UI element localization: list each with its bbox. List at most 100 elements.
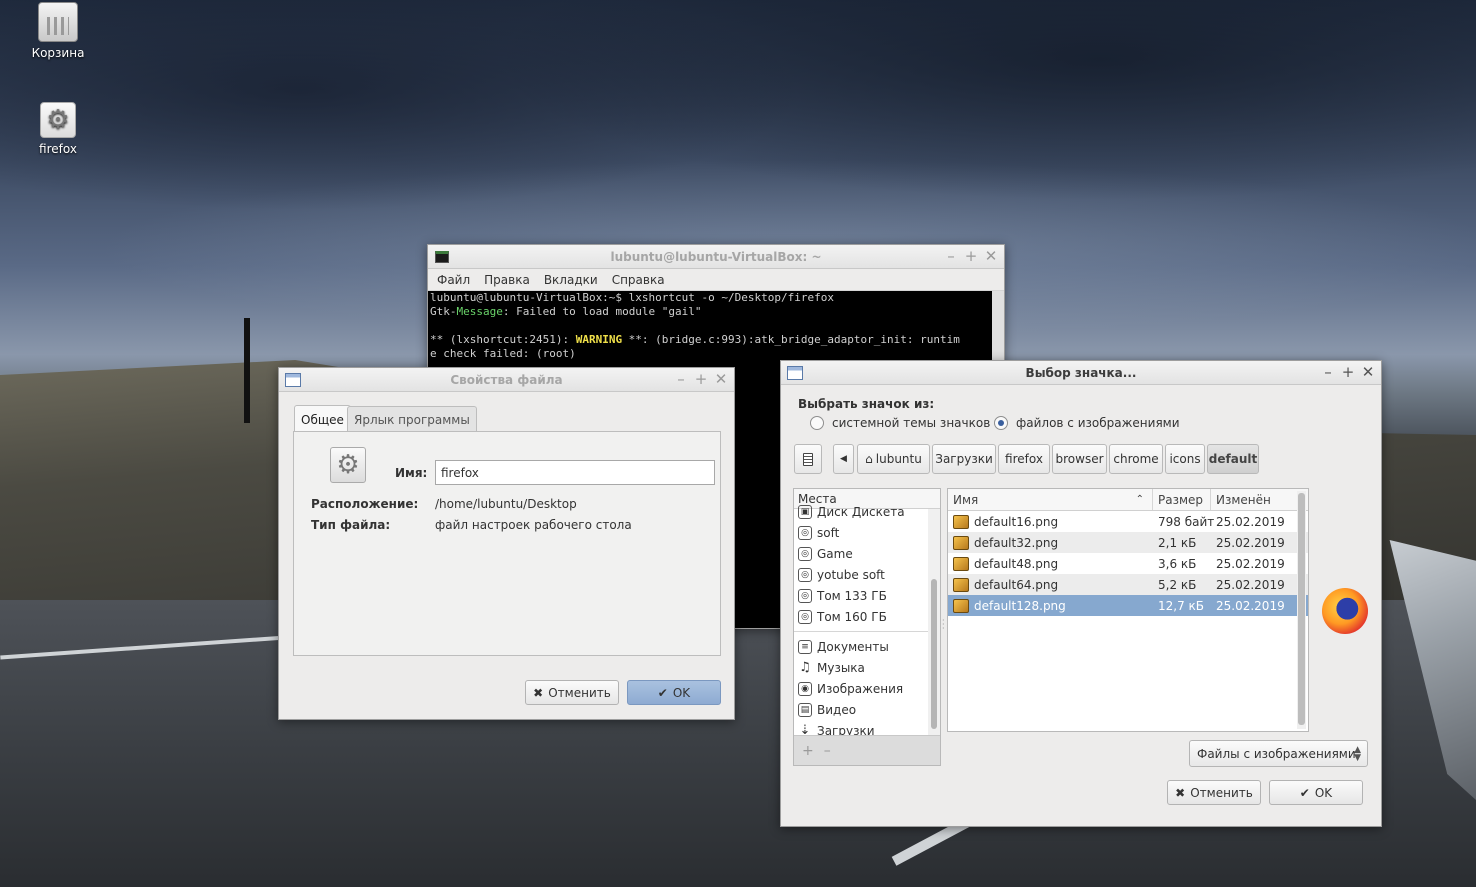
file-properties-dialog: Свойства файла – + ✕ Общее Ярлык програм… bbox=[278, 367, 735, 720]
place-documents[interactable]: ≡ Документы bbox=[794, 636, 940, 657]
terminal-line: ** (lxshortcut:2451): WARNING **: (bridg… bbox=[430, 333, 960, 346]
column-name[interactable]: Имя ⌃ bbox=[948, 489, 1153, 510]
desktop-icon-label: firefox bbox=[39, 142, 77, 156]
place-volume-160[interactable]: ◎ Том 160 ГБ bbox=[794, 606, 940, 627]
chevron-updown-icon: ▲ ▼ bbox=[1354, 745, 1361, 763]
menu-edit[interactable]: Правка bbox=[477, 273, 537, 287]
column-size[interactable]: Размер bbox=[1153, 489, 1211, 510]
film-icon: ▤ bbox=[798, 702, 812, 717]
radio-button-checked bbox=[994, 416, 1008, 430]
drive-icon: ▣ bbox=[798, 504, 812, 519]
place-game[interactable]: ◎ Game bbox=[794, 543, 940, 564]
places-scrollbar[interactable] bbox=[928, 509, 940, 735]
terminal-line: lubuntu@lubuntu-VirtualBox:~$ lxshortcut… bbox=[430, 291, 834, 304]
wallpaper-pole bbox=[244, 318, 250, 423]
crumb-firefox[interactable]: firefox bbox=[998, 444, 1050, 474]
file-properties-titlebar[interactable]: Свойства файла – + ✕ bbox=[279, 368, 734, 392]
ok-button[interactable]: ✔ OK bbox=[1269, 780, 1363, 805]
file-list: Имя ⌃ Размер Изменён default16.png 798 ба… bbox=[947, 488, 1309, 732]
file-list-header: Имя ⌃ Размер Изменён bbox=[948, 489, 1308, 511]
document-icon bbox=[803, 452, 813, 466]
file-row-selected[interactable]: default128.png 12,7 кБ 25.02.2019 bbox=[948, 595, 1308, 616]
place-pictures[interactable]: ◉ Изображения bbox=[794, 678, 940, 699]
cancel-button[interactable]: ✖ Отменить bbox=[1167, 780, 1261, 805]
terminal-title: lubuntu@lubuntu-VirtualBox: ~ bbox=[610, 249, 822, 264]
file-filter-select[interactable]: Файлы с изображениями ▲ ▼ bbox=[1189, 740, 1368, 767]
crumb-browser[interactable]: browser bbox=[1052, 444, 1107, 474]
cancel-button[interactable]: ✖ Отменить bbox=[525, 680, 619, 705]
menu-file[interactable]: Файл bbox=[430, 273, 477, 287]
icon-chooser-titlebar[interactable]: Выбор значка... – + ✕ bbox=[781, 361, 1381, 385]
close-icon[interactable]: ✕ bbox=[1361, 364, 1375, 380]
add-bookmark-icon[interactable]: + bbox=[802, 743, 814, 759]
maximize-icon[interactable]: + bbox=[694, 371, 708, 387]
file-type-label: Тип файла: bbox=[311, 518, 391, 532]
place-soft[interactable]: ◎ soft bbox=[794, 522, 940, 543]
tab-app-shortcut[interactable]: Ярлык программы bbox=[347, 406, 477, 432]
general-panel: ⚙ Имя: firefox Расположение: /home/lubun… bbox=[293, 431, 721, 656]
trash-icon bbox=[38, 2, 78, 42]
location-label: Расположение: bbox=[311, 497, 419, 511]
choose-from-label: Выбрать значок из: bbox=[798, 397, 935, 411]
image-file-icon bbox=[953, 556, 969, 571]
file-row[interactable]: default64.png 5,2 кБ 25.02.2019 bbox=[948, 574, 1308, 595]
window-icon bbox=[787, 365, 803, 380]
drive-icon: ◎ bbox=[798, 588, 812, 603]
place-volume-133[interactable]: ◎ Том 133 ГБ bbox=[794, 585, 940, 606]
image-file-icon bbox=[953, 514, 969, 529]
name-field[interactable]: firefox bbox=[435, 460, 715, 485]
crumb-chrome[interactable]: chrome bbox=[1109, 444, 1163, 474]
window-icon bbox=[285, 372, 301, 387]
desktop-icon-trash[interactable]: Корзина bbox=[13, 2, 103, 60]
music-icon: ♫ bbox=[799, 660, 811, 675]
ok-button[interactable]: ✔ OK bbox=[627, 680, 721, 705]
drive-icon: ◎ bbox=[798, 525, 812, 540]
close-icon: ✖ bbox=[1175, 785, 1186, 800]
terminal-menubar: Файл Правка Вкладки Справка bbox=[428, 269, 1004, 291]
close-icon[interactable]: ✕ bbox=[984, 248, 998, 264]
place-music[interactable]: ♫ Музыка bbox=[794, 657, 940, 678]
tab-general[interactable]: Общее bbox=[294, 405, 351, 433]
menu-help[interactable]: Справка bbox=[605, 273, 672, 287]
minimize-icon[interactable]: – bbox=[674, 371, 688, 387]
desktop-icon-firefox[interactable]: ⚙ firefox bbox=[13, 102, 103, 156]
minimize-icon[interactable]: – bbox=[1321, 364, 1335, 380]
radio-image-files[interactable]: файлов с изображениями bbox=[994, 416, 1180, 430]
terminal-titlebar[interactable]: lubuntu@lubuntu-VirtualBox: ~ – + ✕ bbox=[428, 245, 1004, 269]
type-location-button[interactable] bbox=[794, 444, 822, 474]
crumb-downloads[interactable]: Загрузки bbox=[932, 444, 996, 474]
terminal-line: Gtk-Message: Failed to load module "gail… bbox=[430, 305, 702, 318]
file-list-scrollbar[interactable] bbox=[1297, 491, 1306, 729]
pane-resize-handle[interactable]: · · · bbox=[942, 617, 946, 633]
gear-icon[interactable]: ⚙ bbox=[330, 447, 366, 483]
places-sidebar: Места ▣ Диск Дискета ◎ soft ◎ Game ◎ yotube … bbox=[793, 488, 941, 766]
close-icon: ✖ bbox=[533, 685, 544, 700]
minimize-icon[interactable]: – bbox=[944, 248, 958, 264]
icon-chooser-title: Выбор значка... bbox=[1025, 365, 1137, 380]
home-icon: ⌂ bbox=[865, 452, 873, 466]
crumb-lubuntu[interactable]: ⌂ lubuntu bbox=[857, 444, 930, 474]
crumb-default[interactable]: default bbox=[1207, 444, 1259, 474]
crumb-icons[interactable]: icons bbox=[1165, 444, 1205, 474]
checkmark-icon: ✔ bbox=[657, 685, 668, 700]
column-modified[interactable]: Изменён bbox=[1211, 489, 1299, 510]
maximize-icon[interactable]: + bbox=[1341, 364, 1355, 380]
location-value: /home/lubuntu/Desktop bbox=[435, 497, 577, 511]
image-file-icon bbox=[953, 535, 969, 550]
place-videos[interactable]: ▤ Видео bbox=[794, 699, 940, 720]
file-row[interactable]: default32.png 2,1 кБ 25.02.2019 bbox=[948, 532, 1308, 553]
firefox-preview-icon bbox=[1322, 588, 1368, 634]
terminal-line: e check failed: (root) bbox=[430, 347, 576, 360]
places-footer: + – bbox=[794, 735, 940, 765]
place-yotube-soft[interactable]: ◎ yotube soft bbox=[794, 564, 940, 585]
maximize-icon[interactable]: + bbox=[964, 248, 978, 264]
menu-tabs[interactable]: Вкладки bbox=[537, 273, 605, 287]
file-row[interactable]: default16.png 798 байт 25.02.2019 bbox=[948, 511, 1308, 532]
close-icon[interactable]: ✕ bbox=[714, 371, 728, 387]
path-back-button[interactable]: ◀ bbox=[833, 444, 854, 474]
image-file-icon bbox=[953, 577, 969, 592]
file-row[interactable]: default48.png 3,6 кБ 25.02.2019 bbox=[948, 553, 1308, 574]
remove-bookmark-icon[interactable]: – bbox=[824, 743, 831, 759]
file-type-value: файл настроек рабочего стола bbox=[435, 518, 632, 532]
radio-system-theme[interactable]: системной темы значков bbox=[810, 416, 990, 430]
